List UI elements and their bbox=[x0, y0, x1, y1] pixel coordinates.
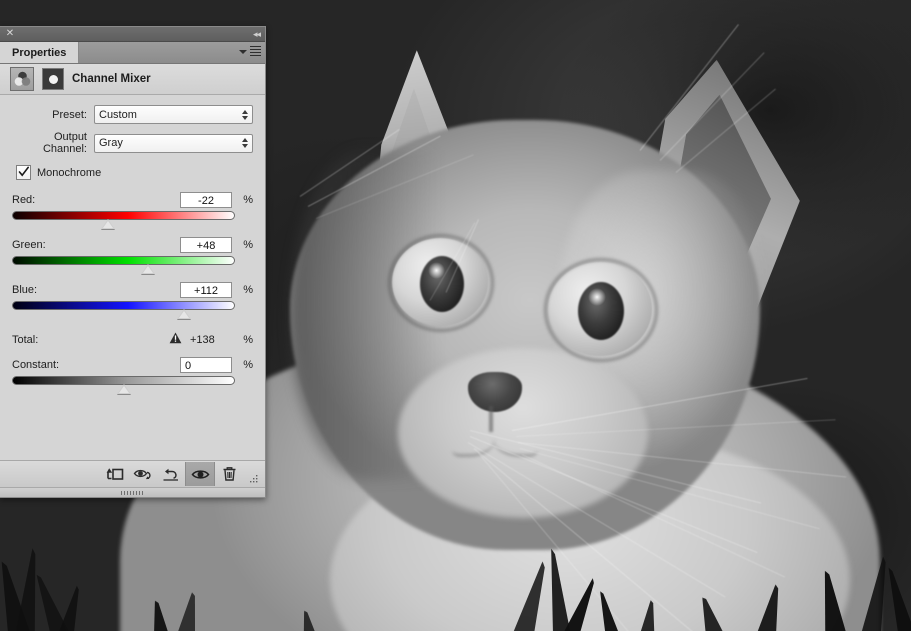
output-channel-select[interactable]: Gray bbox=[94, 134, 253, 153]
grip-dots-icon bbox=[121, 491, 145, 495]
total-value: +138 bbox=[190, 334, 232, 346]
percent-symbol: % bbox=[237, 334, 253, 346]
preset-select[interactable]: Custom bbox=[94, 105, 253, 124]
channel-green-slider[interactable] bbox=[12, 255, 253, 273]
collapse-double-chevron-icon[interactable]: ◂◂ bbox=[253, 29, 260, 39]
hamburger-icon bbox=[250, 46, 261, 58]
panel-body: Preset: Custom Output Channel: Gray Mono… bbox=[0, 95, 265, 460]
channel-blue: Blue: +112 % bbox=[12, 282, 253, 318]
output-channel-row: Output Channel: Gray bbox=[12, 131, 253, 155]
clip-to-layer-icon[interactable] bbox=[101, 462, 129, 486]
channel-red-input[interactable]: -22 bbox=[180, 192, 232, 208]
tab-properties[interactable]: Properties bbox=[0, 42, 79, 63]
channel-red-label: Red: bbox=[12, 194, 180, 206]
trash-icon[interactable] bbox=[215, 462, 243, 486]
channel-green: Green: +48 % bbox=[12, 237, 253, 273]
preset-row: Preset: Custom bbox=[12, 105, 253, 124]
monochrome-label: Monochrome bbox=[37, 167, 101, 179]
channel-red-thumb[interactable] bbox=[101, 219, 115, 229]
channel-green-label: Green: bbox=[12, 239, 180, 251]
panel-spacer bbox=[12, 402, 253, 454]
channel-green-thumb[interactable] bbox=[141, 264, 155, 274]
constant-input[interactable]: 0 bbox=[180, 357, 232, 373]
panel-drag-handle[interactable] bbox=[0, 487, 265, 497]
toggle-view-icon[interactable] bbox=[129, 462, 157, 486]
mask-dot bbox=[49, 75, 58, 84]
monochrome-row: Monochrome bbox=[16, 165, 253, 180]
stepper-arrows-icon bbox=[242, 138, 248, 148]
total-row: Total: +138 % bbox=[12, 332, 253, 347]
channel-red: Red: -22 % bbox=[12, 192, 253, 228]
properties-panel: ✕ ◂◂ Properties Channel Mixer Preset: Cu… bbox=[0, 26, 266, 498]
preset-label: Preset: bbox=[12, 109, 94, 121]
adjustment-header: Channel Mixer bbox=[0, 64, 265, 95]
channel-green-track[interactable] bbox=[12, 256, 235, 265]
panel-menu-icon[interactable] bbox=[239, 46, 261, 58]
percent-symbol: % bbox=[237, 239, 253, 251]
channel-green-input[interactable]: +48 bbox=[180, 237, 232, 253]
channel-blue-label: Blue: bbox=[12, 284, 180, 296]
percent-symbol: % bbox=[237, 359, 253, 371]
resize-grip[interactable] bbox=[243, 461, 261, 488]
output-channel-label: Output Channel: bbox=[12, 131, 94, 155]
adjustment-title: Channel Mixer bbox=[72, 73, 151, 85]
panel-tabbar: Properties bbox=[0, 42, 265, 64]
channel-blue-input[interactable]: +112 bbox=[180, 282, 232, 298]
channel-red-track[interactable] bbox=[12, 211, 235, 220]
channel-blue-track[interactable] bbox=[12, 301, 235, 310]
constant-label: Constant: bbox=[12, 359, 180, 371]
layer-mask-thumbnail-icon[interactable] bbox=[42, 68, 64, 90]
warning-triangle-icon bbox=[169, 332, 182, 347]
cat-eye-glint bbox=[588, 288, 606, 306]
preset-value: Custom bbox=[99, 109, 137, 121]
constant-block: Constant: 0 % bbox=[12, 357, 253, 393]
monochrome-checkbox[interactable] bbox=[16, 165, 31, 180]
chevron-down-icon bbox=[239, 50, 247, 54]
constant-slider[interactable] bbox=[12, 375, 253, 393]
percent-symbol: % bbox=[237, 194, 253, 206]
reset-icon[interactable] bbox=[157, 462, 185, 486]
channel-mixer-icon[interactable] bbox=[10, 67, 34, 91]
total-label: Total: bbox=[12, 334, 169, 346]
panel-footer bbox=[0, 460, 265, 487]
stepper-arrows-icon bbox=[242, 110, 248, 120]
channel-blue-thumb[interactable] bbox=[177, 309, 191, 319]
channel-blue-slider[interactable] bbox=[12, 300, 253, 318]
output-channel-value: Gray bbox=[99, 137, 123, 149]
panel-titlebar: ✕ ◂◂ bbox=[0, 27, 265, 42]
tab-properties-label: Properties bbox=[12, 47, 66, 59]
visibility-eye-icon[interactable] bbox=[185, 462, 215, 486]
constant-thumb[interactable] bbox=[117, 384, 131, 394]
percent-symbol: % bbox=[237, 284, 253, 296]
close-icon[interactable]: ✕ bbox=[5, 29, 15, 39]
channel-red-slider[interactable] bbox=[12, 210, 253, 228]
